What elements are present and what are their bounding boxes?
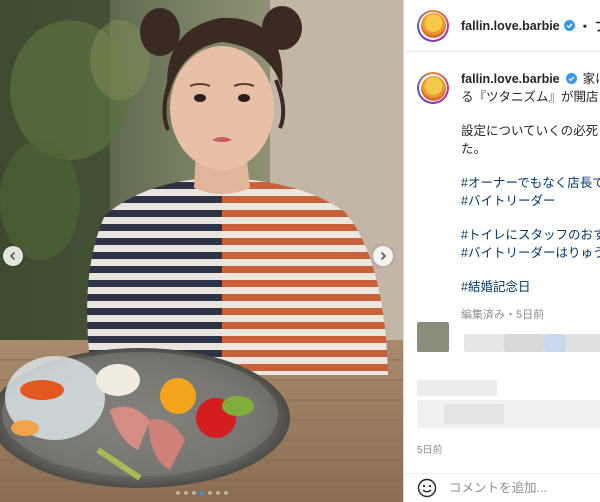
hashtag-link[interactable]: #バイトリーダーはりゅう [461,244,600,262]
caption-avatar[interactable] [417,72,449,104]
caption-username-link[interactable]: fallin.love.barbie [461,72,560,86]
caption-text-line: る『ツタニズム』が開店 [461,90,599,104]
carousel-dot [223,491,228,495]
carousel-next-button[interactable] [373,246,393,266]
chevron-right-icon [380,251,387,261]
blurred-comment-text [417,380,497,396]
carousel-dot [175,491,180,495]
hashtag-link[interactable]: #トイレにスタッフのおす [461,226,600,244]
carousel-indicator [0,491,403,495]
follow-button[interactable]: ・ フォ [579,16,600,35]
chevron-left-icon [9,251,16,261]
blurred-comment-avatar [417,322,449,352]
carousel-dot [183,491,188,495]
post-time: 5日前 [417,445,443,456]
caption-text-line: 設定についていくの必死 [461,124,599,138]
carousel-dot [215,491,220,495]
hashtag-link[interactable]: #オーナーでもなく店長で [461,174,600,192]
emoji-icon[interactable] [417,478,437,498]
carousel-dot [199,491,204,495]
blurred-comment-text [464,334,504,352]
comment-bar [404,473,600,502]
caption-text-line: た。 [461,142,487,156]
hashtag-link[interactable]: #結婚記念日 [461,278,600,296]
hashtag-link[interactable]: #バイトリーダー [461,192,600,210]
username-link[interactable]: fallin.love.barbie [461,19,560,33]
caption-text-line: 家に [582,72,600,86]
avatar[interactable] [417,9,449,42]
caption: fallin.love.barbie 家に る『ツタニズム』が開店 設定について… [417,70,600,322]
avatar-image [420,13,446,38]
verified-badge-icon [563,20,575,31]
carousel-dot [191,491,196,495]
comment-input[interactable] [449,481,599,495]
post-side-panel: fallin.love.barbie ・ フォ fallin.love.barb… [403,0,600,502]
caption-meta: 編集済み・5日前 [461,309,545,321]
post-photo[interactable] [0,0,403,502]
post-photo-image [0,0,403,502]
verified-badge-icon [566,73,578,84]
post-header: fallin.love.barbie ・ フォ [404,0,600,52]
carousel-prev-button[interactable] [3,246,23,266]
carousel-dot [207,491,212,495]
